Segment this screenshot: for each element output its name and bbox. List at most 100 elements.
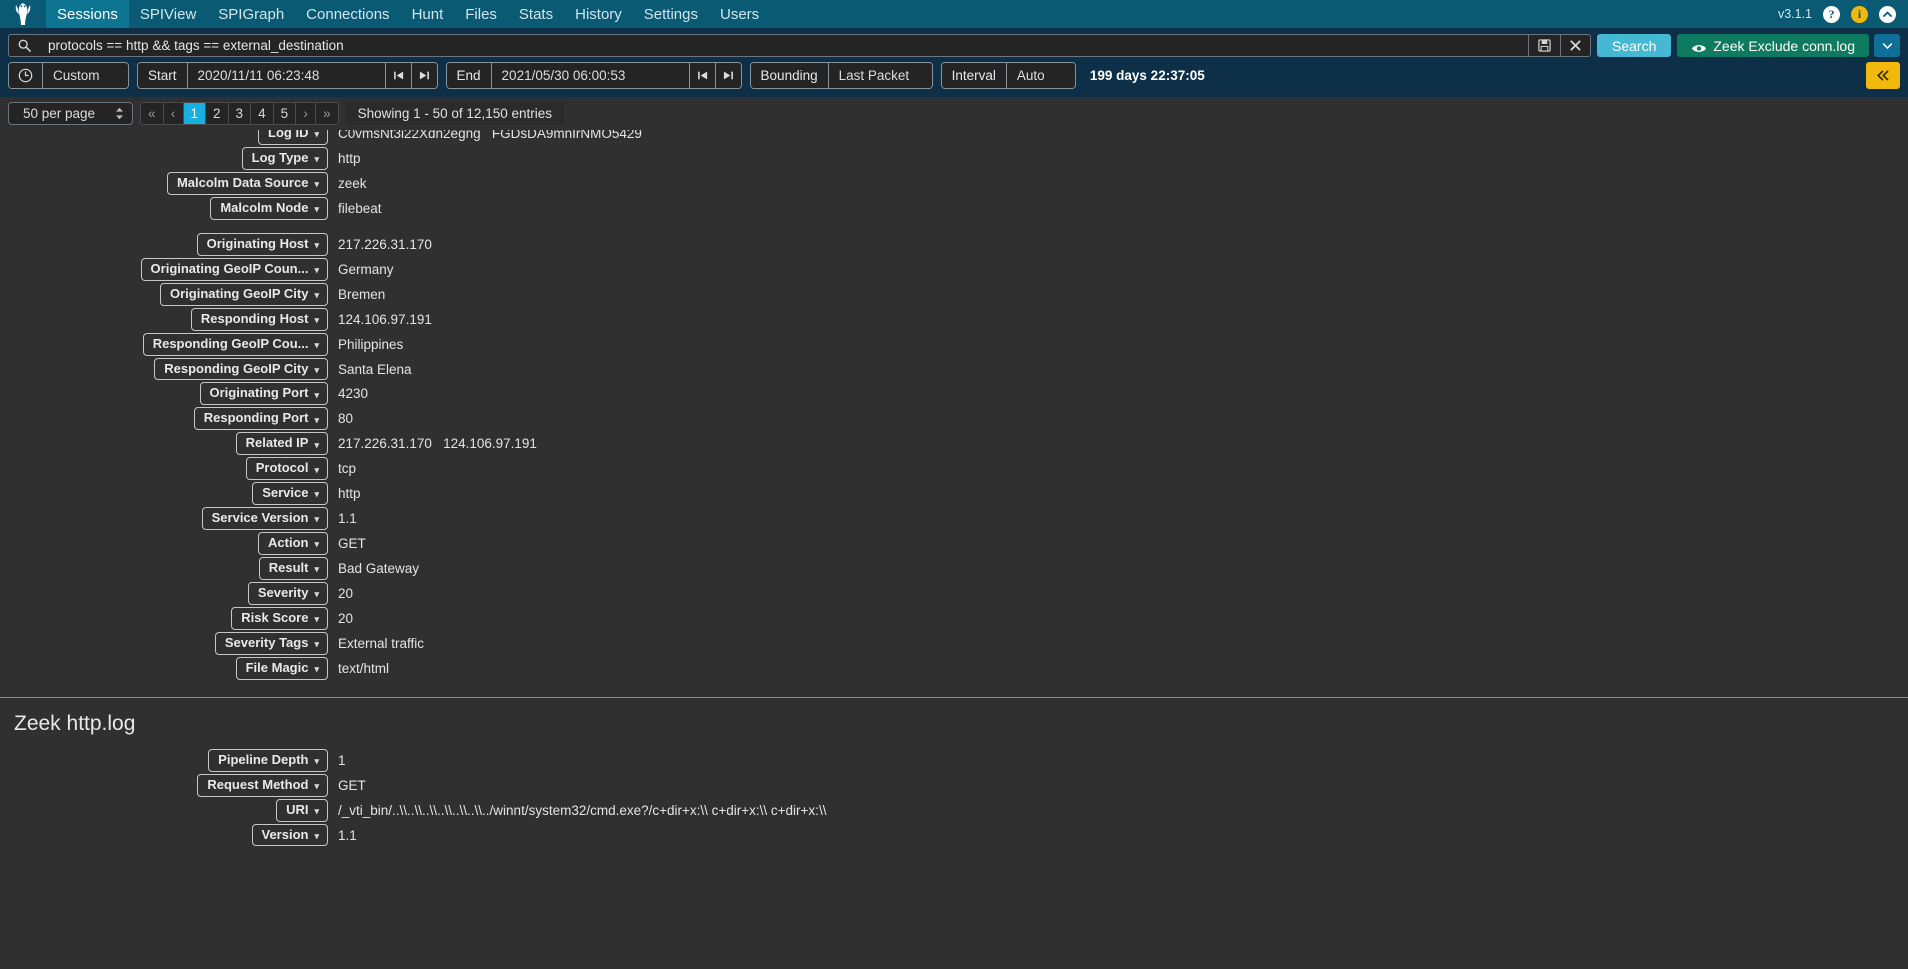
pager-page-1[interactable]: 1 (183, 103, 207, 124)
field-value-log-id[interactable]: C0vmsNt3i22Xdn2egng FGDsDA9mnIrNMO5429 (338, 130, 642, 141)
field-value-log-type[interactable]: http (338, 147, 361, 166)
field-value-responding-geoip-cou[interactable]: Philippines (338, 333, 403, 352)
field-label-responding-port[interactable]: Responding Port ▾ (193, 407, 328, 431)
chevron-up-icon[interactable] (1879, 5, 1896, 23)
field-value-responding-geoip-city[interactable]: Santa Elena (338, 358, 412, 377)
field-label-malcolm-data-source[interactable]: Malcolm Data Source ▾ (166, 171, 328, 195)
start-skip-forward-icon[interactable] (411, 63, 437, 88)
nav-item-users[interactable]: Users (709, 0, 770, 28)
field-label-originating-host[interactable]: Originating Host ▾ (196, 232, 328, 256)
per-page-select[interactable]: 50 per page (8, 102, 133, 125)
field-value-service[interactable]: http (338, 482, 361, 501)
field-value-severity[interactable]: 20 (338, 582, 353, 601)
field-value-risk-score[interactable]: 20 (338, 607, 353, 626)
pager-page-4[interactable]: 4 (251, 103, 274, 124)
info-icon[interactable]: i (1851, 5, 1868, 23)
nav-item-spigraph[interactable]: SPIGraph (207, 0, 295, 28)
nav-item-spiview[interactable]: SPIView (129, 0, 207, 28)
nav-item-stats[interactable]: Stats (508, 0, 564, 28)
bounding-value[interactable]: Last Packet (828, 63, 932, 88)
clock-icon[interactable] (9, 63, 43, 88)
field-label-log-type[interactable]: Log Type ▾ (241, 147, 328, 170)
field-value-responding-host[interactable]: 124.106.97.191 (338, 308, 432, 327)
nav-item-files[interactable]: Files (454, 0, 508, 28)
start-skip-back-icon[interactable] (385, 63, 412, 88)
nav-item-history[interactable]: History (564, 0, 633, 28)
field-row: Malcolm Data Source ▾ zeek (0, 171, 1908, 196)
field-value-related-ip[interactable]: 217.226.31.170 124.106.97.191 (338, 432, 537, 451)
pager-next[interactable]: › (296, 103, 317, 124)
close-icon[interactable] (1560, 34, 1591, 57)
field-value-responding-port[interactable]: 80 (338, 407, 353, 426)
nav-item-connections[interactable]: Connections (295, 0, 400, 28)
nav-item-settings[interactable]: Settings (633, 0, 709, 28)
field-value-result[interactable]: Bad Gateway (338, 557, 419, 576)
field-label-responding-geoip-city[interactable]: Responding GeoIP City ▾ (154, 357, 328, 381)
pager-last[interactable]: » (316, 103, 338, 124)
nav-item-hunt[interactable]: Hunt (401, 0, 455, 28)
field-label-col: Action ▾ (0, 532, 338, 555)
chevron-double-left-icon[interactable] (1866, 62, 1900, 89)
field-value-malcolm-node[interactable]: filebeat (338, 197, 382, 216)
caret-down-icon: ▾ (314, 314, 319, 325)
pager-page-2[interactable]: 2 (206, 103, 229, 124)
field-label-protocol[interactable]: Protocol ▾ (245, 457, 328, 481)
interval-value[interactable]: Auto (1006, 63, 1075, 88)
field-value-service-version[interactable]: 1.1 (338, 507, 357, 526)
field-value-originating-host[interactable]: 217.226.31.170 (338, 233, 432, 252)
field-label-text: Risk Score (241, 609, 309, 625)
field-value-version[interactable]: 1.1 (338, 824, 357, 843)
field-label-originating-geoip-coun[interactable]: Originating GeoIP Coun... ▾ (140, 257, 328, 281)
field-value-originating-geoip-city[interactable]: Bremen (338, 283, 385, 302)
field-value-originating-geoip-coun[interactable]: Germany (338, 258, 394, 277)
end-time-value[interactable]: 2021/05/30 06:00:53 (491, 63, 690, 88)
field-value-request-method[interactable]: GET (338, 774, 366, 793)
field-label-version[interactable]: Version ▾ (251, 823, 328, 847)
field-label-result[interactable]: Result ▾ (258, 557, 328, 580)
field-label-uri[interactable]: URI ▾ (276, 798, 328, 822)
end-skip-back-icon[interactable] (689, 63, 716, 88)
time-preset-value[interactable]: Custom (43, 63, 128, 88)
nav-item-sessions[interactable]: Sessions (46, 0, 129, 28)
field-label-severity[interactable]: Severity ▾ (247, 581, 328, 605)
field-value-protocol[interactable]: tcp (338, 457, 356, 476)
field-label-severity-tags[interactable]: Severity Tags ▾ (214, 631, 328, 655)
field-label-related-ip[interactable]: Related IP ▾ (235, 432, 328, 456)
zeek-field-list: Pipeline Depth ▾ 1 Request Method ▾ GET URI ▾ /_… (0, 748, 1908, 848)
field-value-severity-tags[interactable]: External traffic (338, 632, 424, 651)
view-filter-button[interactable]: Zeek Exclude conn.log (1677, 34, 1869, 57)
field-value-pipeline-depth[interactable]: 1 (338, 749, 346, 768)
field-label-service[interactable]: Service ▾ (252, 482, 328, 506)
field-label-risk-score[interactable]: Risk Score ▾ (231, 606, 328, 630)
pager-prev[interactable]: ‹ (163, 103, 184, 124)
field-label-responding-geoip-cou[interactable]: Responding GeoIP Cou... ▾ (142, 332, 328, 356)
save-icon[interactable] (1528, 34, 1560, 57)
start-time-value[interactable]: 2020/11/11 06:23:48 (187, 63, 386, 88)
field-label-log-id[interactable]: Log ID ▾ (258, 130, 328, 145)
malcolm-logo-icon[interactable] (0, 0, 46, 28)
field-label-action[interactable]: Action ▾ (258, 532, 328, 555)
view-dropdown-caret-icon[interactable] (1874, 34, 1900, 57)
field-value-malcolm-data-source[interactable]: zeek (338, 172, 367, 191)
field-value-file-magic[interactable]: text/html (338, 657, 389, 676)
field-value-action[interactable]: GET (338, 532, 366, 551)
field-label-malcolm-node[interactable]: Malcolm Node ▾ (210, 196, 328, 220)
field-label-pipeline-depth[interactable]: Pipeline Depth ▾ (208, 748, 328, 772)
field-label-responding-host[interactable]: Responding Host ▾ (190, 307, 328, 331)
pager-page-5[interactable]: 5 (273, 103, 297, 124)
field-label-request-method[interactable]: Request Method ▾ (197, 773, 328, 797)
field-label-originating-port[interactable]: Originating Port ▾ (199, 382, 328, 406)
field-label-file-magic[interactable]: File Magic ▾ (235, 656, 328, 680)
field-label-originating-geoip-city[interactable]: Originating GeoIP City ▾ (160, 282, 328, 306)
stepper-icon[interactable] (115, 107, 124, 120)
help-icon[interactable]: ? (1823, 5, 1840, 23)
search-input[interactable] (40, 34, 1528, 57)
field-value-uri[interactable]: /_vti_bin/..\\..\\..\\..\\..\\..\\../win… (338, 799, 826, 818)
pager-page-3[interactable]: 3 (228, 103, 252, 124)
field-value-originating-port[interactable]: 4230 (338, 382, 368, 401)
field-label-service-version[interactable]: Service Version ▾ (201, 507, 328, 531)
pager-first[interactable]: « (141, 103, 164, 124)
search-icon[interactable] (8, 34, 40, 57)
search-button[interactable]: Search (1597, 34, 1672, 57)
end-skip-forward-icon[interactable] (715, 63, 741, 88)
